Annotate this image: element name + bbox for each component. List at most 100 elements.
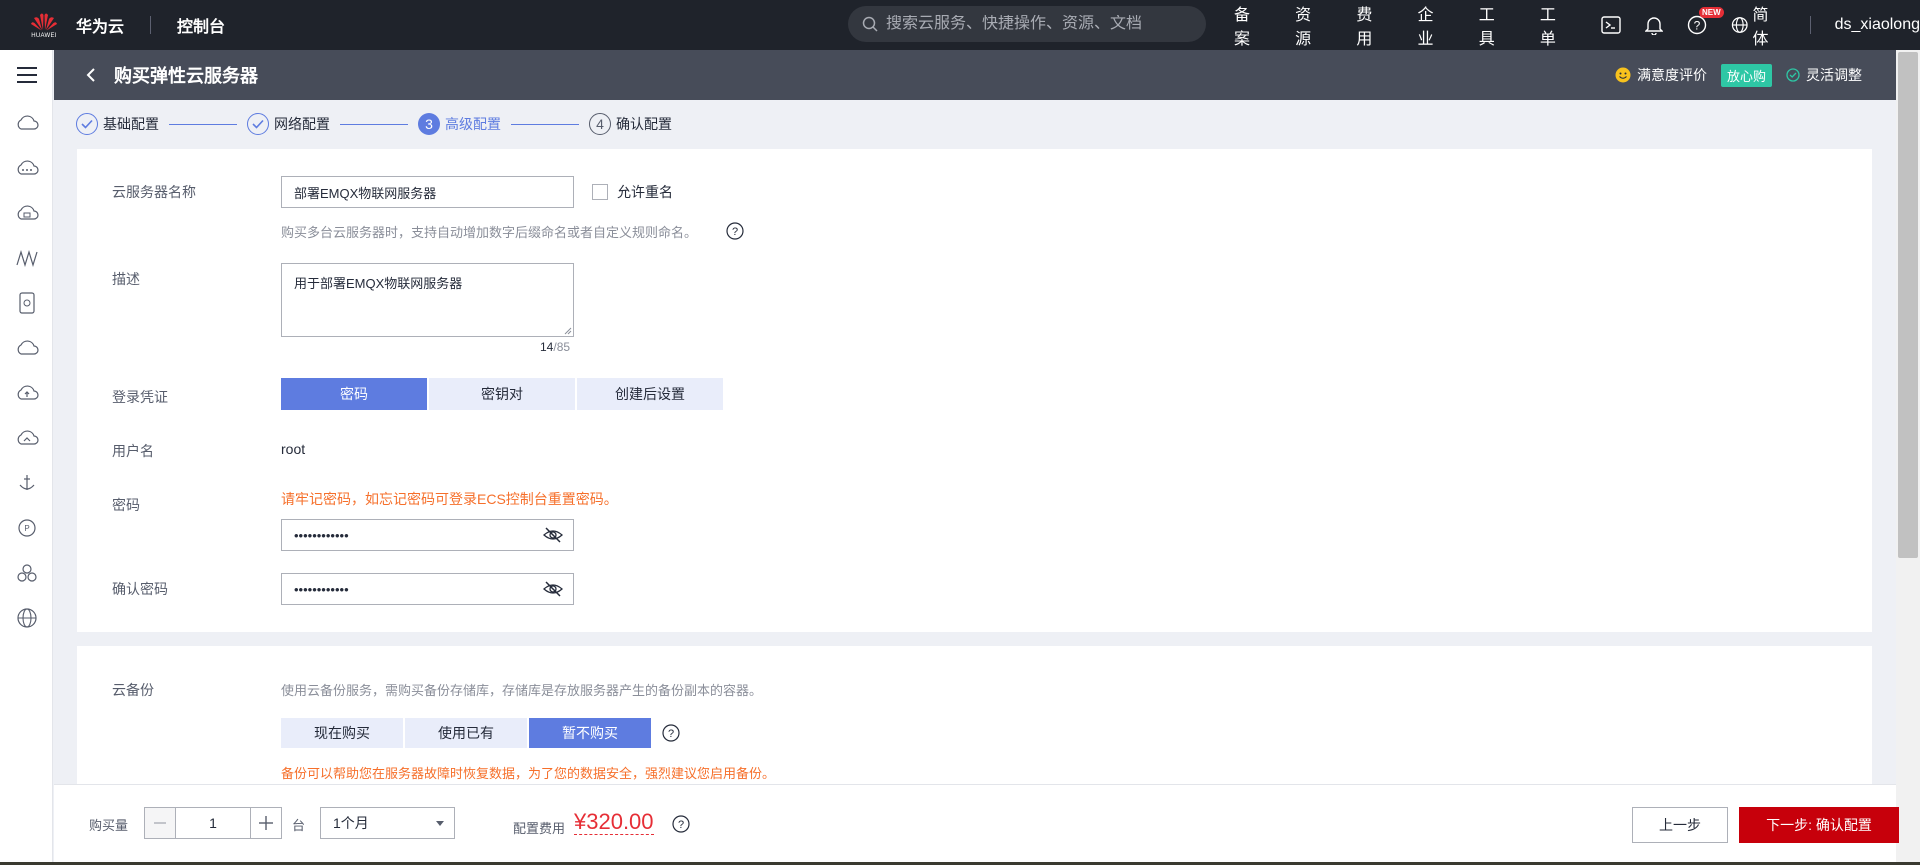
step-done-icon	[247, 113, 269, 135]
flexible-adjust-link[interactable]: 灵活调整	[1786, 65, 1862, 85]
satisfaction-link[interactable]: 满意度评价	[1615, 65, 1707, 85]
page-scrollbar[interactable]	[1896, 50, 1920, 865]
username-label: 用户名	[112, 443, 154, 459]
huawei-logo[interactable]: HUAWEI	[0, 0, 88, 50]
step-advanced-config[interactable]: 3 高级配置	[418, 113, 501, 135]
step-label: 基础配置	[103, 116, 159, 132]
brand-name[interactable]: 华为云	[76, 13, 124, 37]
step-connector	[340, 123, 408, 125]
fee-label: 配置费用	[513, 821, 566, 836]
chat-icon: P	[17, 518, 36, 537]
password-field[interactable]	[281, 519, 574, 551]
nav-icp[interactable]: 备案	[1234, 1, 1265, 49]
nav-billing[interactable]: 费用	[1356, 1, 1387, 49]
cloud-backup-card: 云备份 使用云备份服务，需购买备份存储库，存储库是存放服务器产生的备份副本的容器…	[77, 646, 1872, 786]
resize-handle-icon[interactable]	[564, 327, 572, 335]
tab-password[interactable]: 密码	[281, 378, 427, 410]
nav-tools[interactable]: 工具	[1479, 1, 1510, 49]
terminal-icon[interactable]	[1601, 16, 1621, 34]
tab-use-existing[interactable]: 使用已有	[405, 718, 527, 748]
tab-buy-now[interactable]: 现在购买	[281, 718, 403, 748]
tab-set-later[interactable]: 创建后设置	[577, 378, 723, 410]
left-sidebar: P	[0, 50, 53, 865]
nav-enterprise[interactable]: 企业	[1418, 1, 1449, 49]
question-icon[interactable]: ?	[726, 222, 744, 240]
sidebar-item-anchor[interactable]	[0, 460, 53, 505]
step-label: 高级配置	[445, 116, 501, 132]
console-link[interactable]: 控制台	[177, 13, 225, 37]
question-icon[interactable]: ?	[662, 724, 680, 742]
sidebar-item-storage[interactable]	[0, 280, 53, 325]
step-number: 4	[589, 113, 611, 135]
hamburger-menu-button[interactable]	[0, 50, 53, 100]
next-step-button[interactable]: 下一步: 确认配置	[1739, 807, 1899, 843]
confirm-password-field[interactable]	[281, 573, 574, 605]
increment-button[interactable]	[251, 808, 281, 838]
quantity-input[interactable]	[175, 808, 251, 838]
step-confirm-config[interactable]: 4 确认配置	[589, 113, 672, 135]
back-button[interactable]	[74, 67, 108, 83]
allow-duplicate-label: 允许重名	[617, 184, 673, 200]
description-textarea[interactable]: 用于部署EMQX物联网服务器	[281, 263, 574, 337]
svg-text:?: ?	[732, 226, 738, 238]
plus-icon	[259, 816, 273, 830]
assurance-tag[interactable]: 放心购	[1720, 63, 1772, 87]
sidebar-item-cloud-upload[interactable]	[0, 370, 53, 415]
decrement-button[interactable]	[145, 808, 175, 838]
sidebar-item-chat[interactable]: P	[0, 505, 53, 550]
check-circle-icon	[1786, 68, 1800, 82]
anchor-icon	[19, 474, 34, 490]
bell-icon[interactable]	[1645, 15, 1664, 35]
assurance-tag-label: 放心购	[1720, 63, 1772, 87]
minus-icon	[154, 822, 166, 824]
search-input[interactable]	[886, 15, 1196, 33]
username[interactable]: ds_xiaolong	[1835, 16, 1920, 34]
cloud-backup-tabs: 现在购买 使用已有 暂不购买	[281, 718, 653, 748]
confirm-password-input[interactable]	[282, 574, 522, 604]
username-value: root	[281, 441, 306, 457]
sidebar-item-cloud-outline[interactable]	[0, 325, 53, 370]
quantity-stepper	[144, 807, 282, 839]
duration-select[interactable]: 1个月	[320, 807, 455, 839]
logo-text: HUAWEI	[31, 32, 57, 39]
sidebar-item-network[interactable]	[0, 235, 53, 280]
svg-text:P: P	[24, 524, 29, 533]
char-max: /85	[553, 340, 571, 354]
global-search[interactable]	[848, 6, 1206, 42]
step-label: 确认配置	[616, 116, 672, 132]
nav-tickets[interactable]: 工单	[1540, 1, 1571, 49]
tab-keypair[interactable]: 密钥对	[429, 378, 575, 410]
question-icon[interactable]: ?	[672, 815, 690, 833]
allow-duplicate-checkbox[interactable]	[592, 184, 608, 200]
check-icon	[81, 119, 93, 129]
language-switch[interactable]: 简体	[1731, 1, 1784, 49]
sidebar-item-cloud-db[interactable]	[0, 190, 53, 235]
eye-off-icon[interactable]	[543, 526, 563, 544]
header-divider-user	[1809, 16, 1811, 34]
eye-off-icon[interactable]	[543, 580, 563, 598]
server-name-input[interactable]: 部署EMQX物联网服务器	[281, 176, 574, 208]
sidebar-item-cloud-dots[interactable]	[0, 145, 53, 190]
huawei-flower-icon	[31, 13, 57, 30]
nav-resources[interactable]: 资源	[1295, 1, 1326, 49]
step-done-icon	[76, 113, 98, 135]
previous-step-button[interactable]: 上一步	[1632, 807, 1728, 843]
cloud-outline-icon	[17, 339, 39, 355]
sidebar-item-cloud[interactable]	[0, 100, 53, 145]
step-label: 网络配置	[274, 116, 330, 132]
duration-value: 1个月	[333, 815, 369, 831]
help-icon[interactable]: ? NEW	[1687, 7, 1724, 35]
titlebar-actions: 满意度评价 放心购 灵活调整	[1601, 50, 1862, 100]
sidebar-item-cloud-sync[interactable]	[0, 415, 53, 460]
sidebar-item-globe[interactable]	[0, 595, 53, 640]
sidebar-item-cluster[interactable]	[0, 550, 53, 595]
password-input[interactable]	[282, 520, 522, 550]
tab-not-buy[interactable]: 暂不购买	[529, 718, 651, 748]
scrollbar-thumb[interactable]	[1898, 52, 1918, 558]
price-value[interactable]: ¥320.00	[574, 810, 654, 835]
menu-icon	[16, 67, 37, 83]
step-connector	[511, 123, 579, 125]
step-basic-config[interactable]: 基础配置	[76, 113, 159, 135]
satisfaction-label: 满意度评价	[1636, 67, 1707, 83]
step-network-config[interactable]: 网络配置	[247, 113, 330, 135]
